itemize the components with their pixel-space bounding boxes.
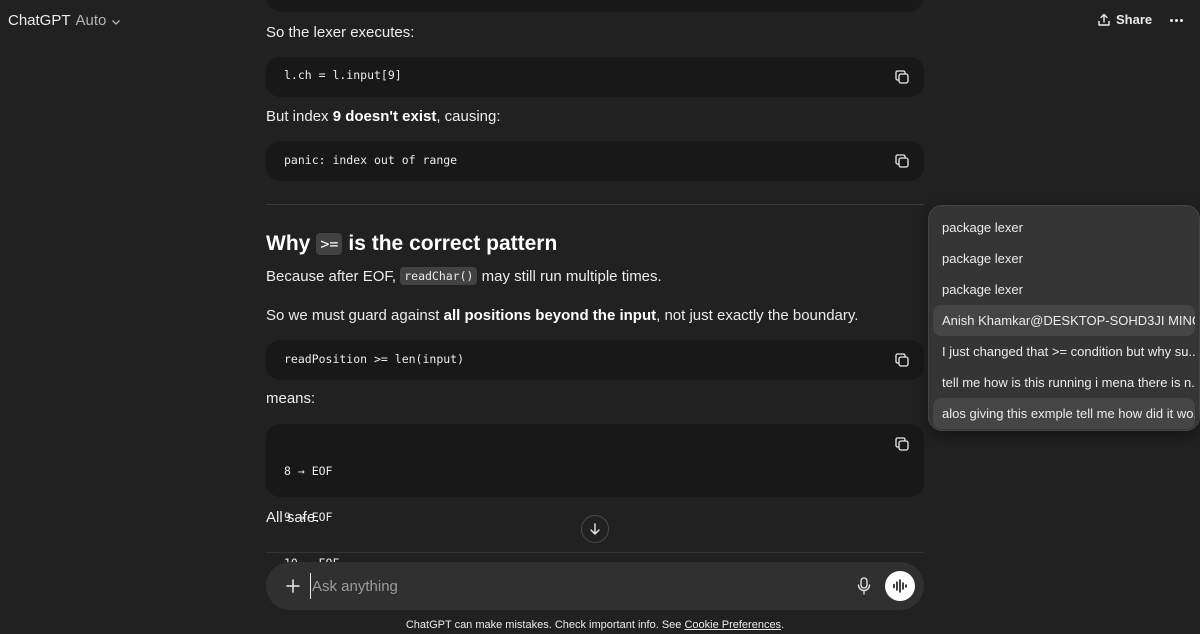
- voice-mode-button[interactable]: [885, 571, 915, 601]
- copy-icon[interactable]: [894, 436, 910, 452]
- history-item[interactable]: I just changed that >= condition but why…: [933, 336, 1195, 367]
- previous-code-block: [266, 0, 924, 12]
- cookie-preferences-link[interactable]: Cookie Preferences: [684, 619, 781, 631]
- inline-code: >=: [316, 233, 343, 255]
- model-selector[interactable]: ChatGPT Auto: [8, 12, 121, 29]
- disclaimer: ChatGPT can make mistakes. Check importa…: [405, 619, 785, 631]
- code-block: panic: index out of range: [266, 141, 924, 181]
- composer-separator: [266, 552, 924, 553]
- paragraph: But index 9 doesn't exist, causing:: [266, 108, 501, 125]
- dictate-button[interactable]: [854, 576, 874, 596]
- copy-icon[interactable]: [894, 69, 910, 85]
- paragraph: So we must guard against all positions b…: [266, 307, 859, 324]
- plus-icon: [286, 579, 300, 593]
- history-item[interactable]: alos giving this exmple tell me how did …: [933, 398, 1195, 429]
- model-name: ChatGPT: [8, 12, 71, 29]
- history-item[interactable]: Anish Khamkar@DESKTOP-SOHD3JI MINGW...: [933, 305, 1195, 336]
- more-dots-icon: [1169, 18, 1173, 22]
- voice-mode-icon: [893, 579, 907, 593]
- chevron-down-icon: [112, 19, 121, 25]
- code-block: 8 → EOF 9 → EOF 10 → EOF: [266, 424, 924, 570]
- section-divider: [266, 204, 924, 205]
- history-item[interactable]: package lexer: [933, 212, 1195, 243]
- arrow-down-icon: [590, 523, 600, 535]
- history-item[interactable]: package lexer: [933, 243, 1195, 274]
- share-icon: [1098, 13, 1110, 26]
- code-text: readPosition >= len(input): [284, 352, 465, 366]
- composer: [266, 562, 924, 610]
- paragraph: means:: [266, 390, 316, 407]
- history-item[interactable]: tell me how is this running i mena there…: [933, 367, 1195, 398]
- copy-icon[interactable]: [894, 352, 910, 368]
- code-text: panic: index out of range: [284, 153, 458, 167]
- scroll-to-bottom-button[interactable]: [581, 515, 609, 543]
- inline-code: readChar(): [400, 267, 478, 285]
- microphone-icon: [857, 577, 871, 595]
- section-heading: Why >= is the correct pattern: [266, 232, 558, 255]
- code-line: 8 → EOF: [284, 464, 333, 478]
- more-options-button[interactable]: [1165, 10, 1187, 30]
- history-item[interactable]: package lexer: [933, 274, 1195, 305]
- code-block: l.ch = l.input[9]: [266, 57, 924, 97]
- code-block: readPosition >= len(input): [266, 340, 924, 380]
- code-text: l.ch = l.input[9]: [284, 68, 402, 82]
- paragraph: All safe.: [266, 509, 320, 526]
- copy-icon[interactable]: [894, 153, 910, 169]
- share-label: Share: [1116, 12, 1153, 27]
- paragraph: So the lexer executes:: [266, 24, 415, 41]
- model-variant: Auto: [75, 12, 107, 29]
- share-button[interactable]: Share: [1097, 12, 1152, 27]
- add-attachment-button[interactable]: [282, 575, 304, 597]
- input-history-dropdown: package lexer package lexer package lexe…: [928, 205, 1200, 431]
- prompt-input[interactable]: [310, 573, 830, 599]
- paragraph: Because after EOF, readChar() may still …: [266, 267, 662, 285]
